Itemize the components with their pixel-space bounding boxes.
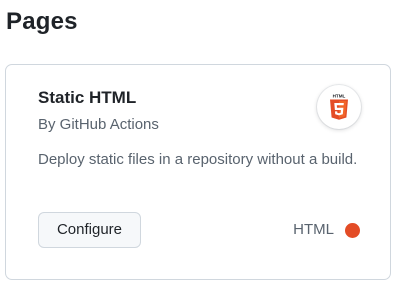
- configure-button[interactable]: Configure: [38, 212, 141, 248]
- language-color-dot: [345, 222, 360, 238]
- workflow-logo: HTML: [317, 85, 361, 129]
- workflow-description: Deploy static files in a repository with…: [38, 151, 358, 168]
- html5-logo-icon: HTML: [330, 94, 348, 120]
- language-label: HTML: [293, 221, 334, 238]
- workflow-author: By GitHub Actions: [38, 116, 159, 133]
- workflow-card: Static HTML By GitHub Actions Deploy sta…: [5, 64, 391, 280]
- html5-logo-text: HTML: [333, 94, 346, 99]
- language-indicator: HTML: [293, 220, 360, 240]
- workflow-title: Static HTML: [38, 88, 137, 107]
- page-title: Pages: [6, 8, 78, 35]
